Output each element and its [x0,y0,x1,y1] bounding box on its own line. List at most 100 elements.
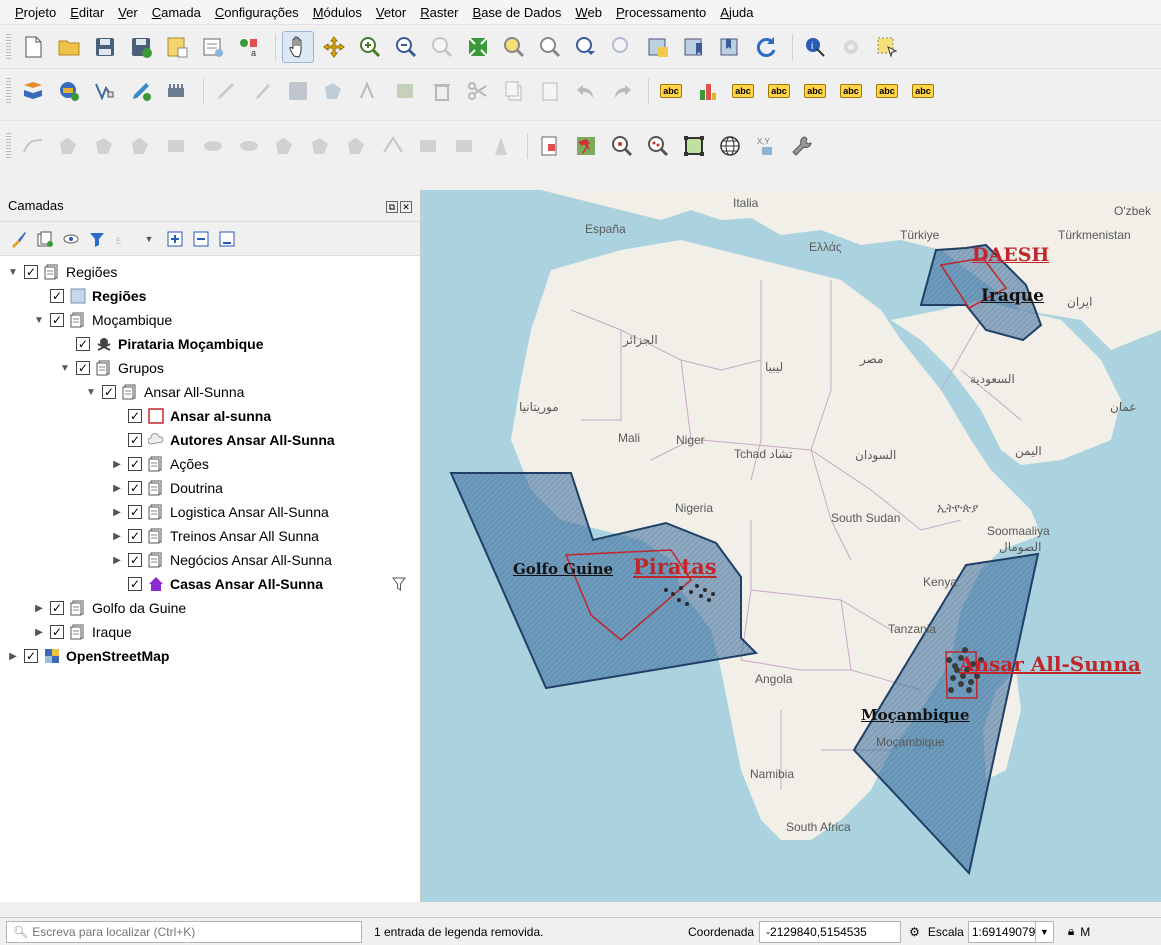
toolbar-grip[interactable] [6,77,11,104]
zoom-native-button[interactable] [426,31,458,63]
fill-ring-button[interactable] [341,130,373,162]
data-source-manager-button[interactable] [17,75,49,107]
simplify-button[interactable] [233,130,265,162]
pin-tool-button[interactable] [570,130,602,162]
layer-visibility-checkbox[interactable]: ✓ [128,433,142,447]
layer-tree-node[interactable]: ▶ ✓ Treinos Ansar All Sunna [0,524,420,548]
modify-attributes-button[interactable] [390,75,422,107]
filter-funnel-icon[interactable] [392,576,406,595]
layer-tree-node[interactable]: ✓ Pirataria Moçambique [0,332,420,356]
vertex-tool-button[interactable] [354,75,386,107]
zoom-out-button[interactable] [390,31,422,63]
toolbar-grip[interactable] [6,33,11,60]
layer-tree-node[interactable]: ▼ ✓ Ansar All-Sunna [0,380,420,404]
annotation-button[interactable] [534,130,566,162]
copy-features-button[interactable] [498,75,530,107]
menu-ver[interactable]: Ver [111,5,145,20]
change-label-button[interactable]: abc [907,75,939,107]
delete-ring-button[interactable] [377,130,409,162]
layer-tree-node[interactable]: ▼ ✓ Grupos [0,356,420,380]
layer-visibility-checkbox[interactable]: ✓ [128,529,142,543]
reshape-button[interactable] [53,130,85,162]
pan-to-selection-button[interactable] [318,31,350,63]
layer-visibility-checkbox[interactable]: ✓ [128,481,142,495]
undo-button[interactable] [570,75,602,107]
save-as-button[interactable] [125,31,157,63]
layer-tree-node[interactable]: ▼ ✓ Regiões [0,260,420,284]
menu-raster[interactable]: Raster [413,5,465,20]
digitize-pen-button[interactable] [125,75,157,107]
float-panel-icon[interactable]: ⧉ [386,201,398,213]
add-part-button[interactable] [305,130,337,162]
menu-projeto[interactable]: Projeto [8,5,63,20]
zoom-in-button[interactable] [354,31,386,63]
edit-pencil-button[interactable] [210,75,242,107]
layer-tree-node[interactable]: ✓ Regiões [0,284,420,308]
globe-button[interactable] [714,130,746,162]
filter-legend-icon[interactable] [86,228,108,250]
collapse-arrow-icon[interactable]: ▼ [84,387,98,398]
expand-all-icon[interactable] [164,228,186,250]
layer-visibility-checkbox[interactable]: ✓ [128,457,142,471]
layout-manager-button[interactable] [197,31,229,63]
expand-arrow-icon[interactable]: ▶ [110,555,124,566]
layer-tree-node[interactable]: ▶ ✓ Ações [0,452,420,476]
add-polygon-button[interactable] [318,75,350,107]
expand-arrow-icon[interactable]: ▶ [32,603,46,614]
style-layer-icon[interactable] [8,228,30,250]
layer-visibility-checkbox[interactable]: ✓ [128,577,142,591]
layer-visibility-checkbox[interactable]: ✓ [128,505,142,519]
menu-editar[interactable]: Editar [63,5,111,20]
bounding-box-button[interactable] [678,130,710,162]
locator-bar[interactable]: 🔍︎ [6,920,362,943]
save-edits-button[interactable] [282,75,314,107]
refresh-button[interactable] [750,31,782,63]
tools-button[interactable] [786,130,818,162]
new-project-button[interactable] [17,31,49,63]
menu-web[interactable]: Web [568,5,609,20]
layer-visibility-checkbox[interactable]: ✓ [76,337,90,351]
zoom-to-layer-button[interactable] [534,31,566,63]
collapse-all-icon[interactable] [190,228,212,250]
menu-configuracoes[interactable]: Configurações [208,5,306,20]
layer-labeling-button[interactable]: abc [655,75,687,107]
highlight-pinned-button[interactable]: abc [763,75,795,107]
manage-visibility-icon[interactable] [60,228,82,250]
layer-visibility-checkbox[interactable]: ✓ [50,313,64,327]
zoom-point-button[interactable] [606,130,638,162]
save-project-button[interactable] [89,31,121,63]
move-label-button[interactable]: abc [835,75,867,107]
menu-camada[interactable]: Camada [145,5,208,20]
delete-part-button[interactable] [413,130,445,162]
layer-tree-node[interactable]: ▶ ✓ OpenStreetMap [0,644,420,668]
layer-visibility-checkbox[interactable]: ✓ [50,601,64,615]
expand-arrow-icon[interactable]: ▶ [110,507,124,518]
expand-arrow-icon[interactable]: ▶ [32,627,46,638]
add-ring-button[interactable] [269,130,301,162]
remove-layer-icon[interactable] [216,228,238,250]
reverse-line-button[interactable] [449,130,481,162]
diagram-options-button[interactable] [691,75,723,107]
add-group-icon[interactable] [34,228,56,250]
add-feature-button[interactable] [161,75,193,107]
select-features-button[interactable] [871,31,903,63]
show-bookmarks-button[interactable] [714,31,746,63]
merge-features-button[interactable] [161,130,193,162]
digitize-vertex-button[interactable] [89,75,121,107]
zoom-cluster-button[interactable] [642,130,674,162]
new-map-view-button[interactable] [642,31,674,63]
pin-labels-button[interactable]: abc [727,75,759,107]
bookmark-button[interactable] [678,31,710,63]
add-vector-layer-button[interactable] [53,75,85,107]
collapse-arrow-icon[interactable]: ▼ [32,315,46,326]
layer-tree-node[interactable]: ▶ ✓ Iraque [0,620,420,644]
layer-visibility-checkbox[interactable]: ✓ [50,625,64,639]
lock-icon[interactable]: 🔒︎ [1068,924,1074,939]
cut-features-button[interactable] [462,75,494,107]
menu-ajuda[interactable]: Ajuda [713,5,760,20]
style-manager-button[interactable]: a [233,31,265,63]
identify-features-button[interactable]: i [799,31,831,63]
layer-visibility-checkbox[interactable]: ✓ [102,385,116,399]
expand-arrow-icon[interactable]: ▶ [110,531,124,542]
layer-visibility-checkbox[interactable]: ✓ [128,553,142,567]
